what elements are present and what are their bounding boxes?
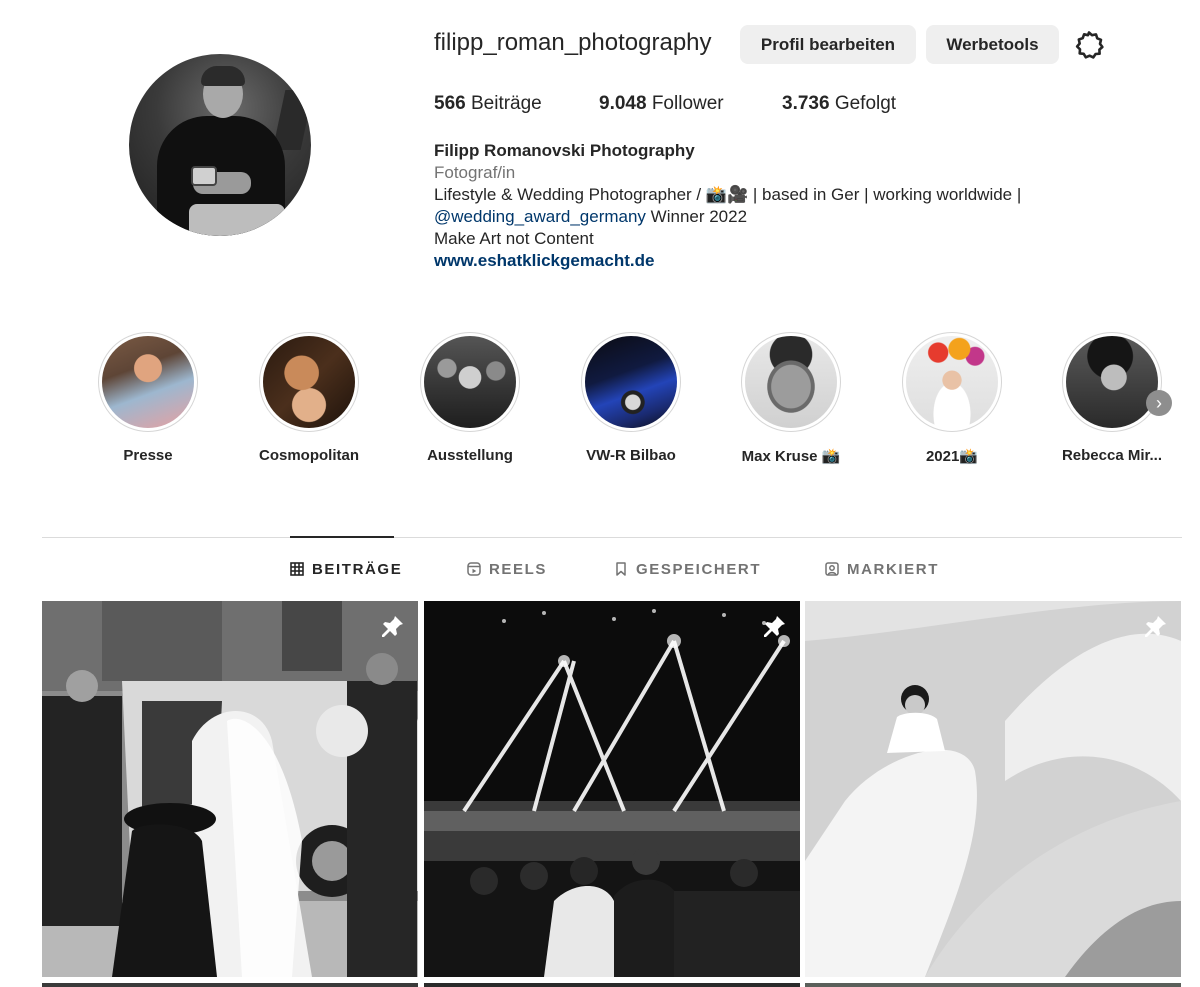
- highlight-cover: [263, 336, 355, 428]
- active-tab-indicator: [290, 536, 394, 538]
- highlight-ring: [98, 332, 198, 432]
- highlight-cosmopolitan[interactable]: Cosmopolitan: [239, 332, 379, 464]
- tabs-divider: [42, 537, 1182, 538]
- highlight-ring: [902, 332, 1002, 432]
- ad-tools-button[interactable]: Werbetools: [926, 25, 1059, 64]
- pin-icon: [1145, 616, 1166, 637]
- tab-label: REELS: [489, 561, 548, 578]
- bio-website-link[interactable]: www.eshatklickgemacht.de: [434, 250, 1021, 272]
- reels-icon: [467, 562, 481, 576]
- bio-line-2: @wedding_award_germany Winner 2022: [434, 206, 1021, 228]
- profile-username: filipp_roman_photography: [434, 29, 712, 56]
- posts-stat: 566 Beiträge: [434, 93, 542, 115]
- highlight-label: 2021📸: [925, 448, 979, 465]
- highlight-ring: [259, 332, 359, 432]
- tab-label: GESPEICHERT: [636, 561, 762, 578]
- highlight-label: Rebecca Mir...: [1061, 447, 1163, 464]
- highlight-label: Ausstellung: [427, 447, 513, 464]
- following-label: Gefolgt: [834, 93, 897, 114]
- posts-label: Beiträge: [470, 93, 542, 114]
- highlight-ring: [420, 332, 520, 432]
- highlight-label: Max Kruse 📸: [741, 448, 841, 465]
- highlight-cover: [585, 336, 677, 428]
- following-count: 3.736: [782, 93, 830, 114]
- followers-label: Follower: [651, 93, 724, 114]
- highlight-label: Cosmopolitan: [259, 447, 359, 464]
- post-image-fireworks: [424, 601, 800, 977]
- highlight-presse[interactable]: Presse: [78, 332, 218, 464]
- bio-category: Fotograf/in: [434, 163, 516, 182]
- avatar-camera: [191, 166, 217, 186]
- highlight-ring: [1062, 332, 1162, 432]
- tab-reels[interactable]: REELS: [467, 561, 547, 578]
- tab-label: BEITRÄGE: [312, 561, 403, 578]
- tab-saved[interactable]: GESPEICHERT: [614, 561, 761, 578]
- highlight-ausstellung[interactable]: Ausstellung: [400, 332, 540, 464]
- profile-bio: Filipp Romanovski Photography Fotograf/i…: [434, 140, 1021, 272]
- edit-profile-button[interactable]: Profil bearbeiten: [740, 25, 916, 64]
- post-tile-partial[interactable]: [42, 983, 418, 987]
- post-tile[interactable]: [424, 601, 800, 977]
- highlight-vw-r-bilbao[interactable]: VW-R Bilbao: [561, 332, 701, 464]
- avatar-figure-legs: [189, 204, 285, 236]
- highlight-ring: [741, 332, 841, 432]
- post-tile[interactable]: [42, 601, 418, 977]
- grid-icon: [290, 562, 304, 576]
- gear-icon[interactable]: [1073, 29, 1105, 61]
- pin-icon: [382, 616, 403, 637]
- tagged-icon: [825, 562, 839, 576]
- bio-line-1: Lifestyle & Wedding Photographer / 📸🎥 | …: [434, 185, 1022, 204]
- bio-line-3: Make Art not Content: [434, 229, 594, 248]
- bio-name: Filipp Romanovski Photography: [434, 141, 695, 160]
- bio-line-2-rest: Winner 2022: [645, 207, 748, 226]
- following-stat[interactable]: 3.736 Gefolgt: [782, 93, 896, 115]
- highlight-cover: [1066, 336, 1158, 428]
- highlight-cover: [906, 336, 998, 428]
- posts-count: 566: [434, 93, 466, 114]
- highlight-cover: [102, 336, 194, 428]
- tab-tagged[interactable]: MARKIERT: [825, 561, 939, 578]
- highlight-max-kruse[interactable]: Max Kruse 📸: [721, 332, 861, 465]
- highlight-ring: [581, 332, 681, 432]
- followers-count: 9.048: [599, 93, 647, 114]
- highlight-label: Presse: [123, 447, 173, 464]
- chevron-right-icon[interactable]: ›: [1146, 390, 1172, 416]
- followers-stat[interactable]: 9.048 Follower: [599, 93, 724, 115]
- bio-mention-link[interactable]: @wedding_award_germany: [434, 207, 646, 226]
- post-tile-partial[interactable]: [805, 983, 1181, 987]
- post-image-wedding-car: [42, 601, 418, 977]
- highlight-label: VW-R Bilbao: [586, 447, 676, 464]
- highlight-cover: [745, 336, 837, 428]
- highlight-cover: [424, 336, 516, 428]
- post-image-studio-portrait: [805, 601, 1181, 977]
- tab-posts[interactable]: BEITRÄGE: [290, 561, 402, 578]
- tab-label: MARKIERT: [847, 561, 939, 578]
- profile-avatar[interactable]: [129, 54, 311, 236]
- highlight-2021[interactable]: 2021📸: [882, 332, 1022, 465]
- post-tile-partial[interactable]: [424, 983, 800, 987]
- post-tile[interactable]: [805, 601, 1181, 977]
- bookmark-icon: [616, 562, 626, 576]
- pin-icon: [764, 616, 785, 637]
- avatar-figure-hair: [201, 66, 245, 86]
